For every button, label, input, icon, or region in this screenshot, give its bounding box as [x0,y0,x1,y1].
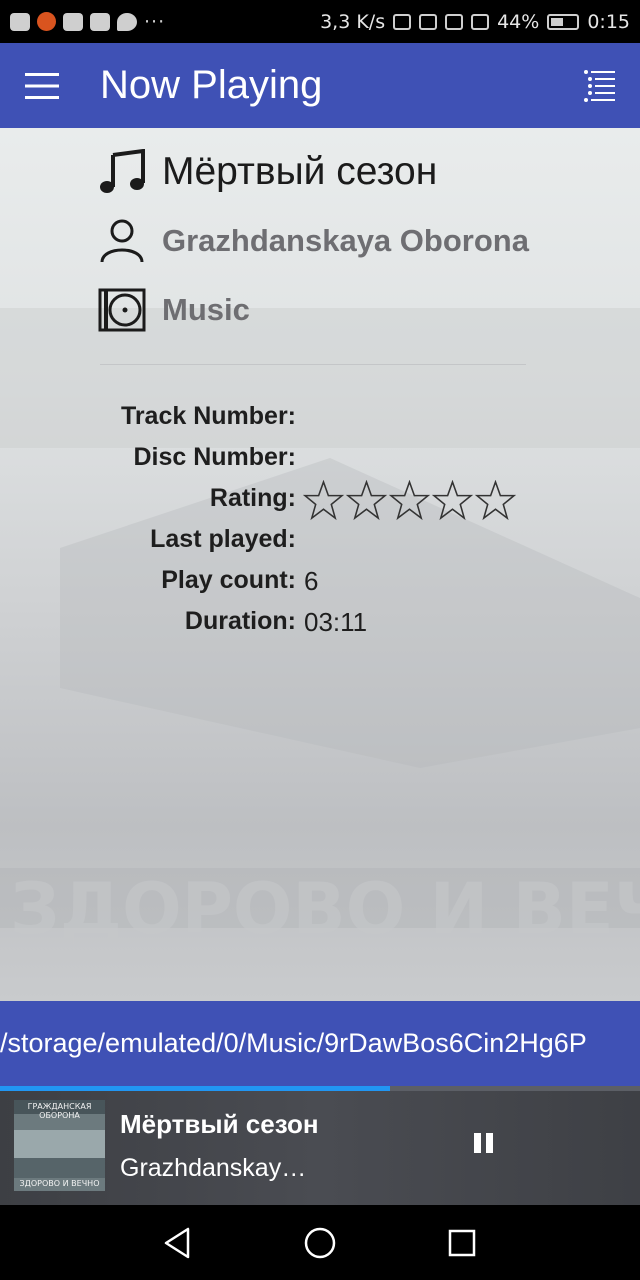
album-name: Music [162,292,250,327]
pause-button[interactable] [462,1121,506,1165]
back-icon[interactable] [158,1223,198,1263]
battery-percent: 44% [497,10,540,33]
play-count-value: 6 [304,566,319,596]
clock: 0:15 [587,10,630,33]
recents-icon[interactable] [442,1223,482,1263]
star-icon[interactable] [303,480,344,521]
duration-label: Duration: [184,607,296,635]
cover-bottom-text: ЗДОРОВО И ВЕЧНО [19,1179,100,1188]
rating-stars[interactable] [303,480,516,521]
hotspot-icon [393,13,412,30]
app-bar: Now Playing [0,43,640,128]
youtube-icon [10,12,30,31]
no-sim-icon [419,13,438,30]
rating-row: Rating: [0,480,640,521]
file-path-bar: /storage/emulated/0/Music/9rDawBos6Cin2H… [0,1001,640,1086]
music-note-icon [98,148,146,196]
song-title: Мёртвый сезон [162,150,438,193]
song-title-row: Мёртвый сезон [98,148,437,196]
file-path: /storage/emulated/0/Music/9rDawBos6Cin2H… [0,1028,587,1058]
star-icon[interactable] [346,480,387,521]
track-number-label: Track Number: [120,402,296,430]
cat-icon [63,12,83,31]
signal-icon [471,13,490,30]
mini-player-artist: Grazhdanskay… [120,1154,307,1182]
divider [100,364,526,365]
hamburger-icon [25,72,59,99]
last-played-label: Last played: [150,525,296,553]
play-count-label: Play count: [161,566,296,594]
bluetooth-icon [445,13,464,30]
album-cover: ГРАЖДАНСКАЯ ОБОРОНА ЗДОРОВО И ВЕЧНО [14,1100,105,1191]
page-title: Now Playing [100,63,323,107]
queue-button[interactable] [560,43,640,128]
battery-icon [547,13,580,30]
star-icon[interactable] [432,480,473,521]
home-icon[interactable] [300,1223,340,1263]
cover-top-text: ГРАЖДАНСКАЯ ОБОРОНА [27,1102,92,1120]
duration-value: 03:11 [304,607,368,637]
star-icon[interactable] [389,480,430,521]
status-bar: ··· 3,3 K/s 44% 0:15 [0,0,640,43]
network-speed: 3,3 K/s [320,10,386,33]
mini-player-title: Мёртвый сезон [120,1109,319,1139]
system-nav-bar [0,1205,640,1280]
disc-number-label: Disc Number: [133,443,296,471]
person-icon [98,217,146,265]
queue-list-icon [584,69,615,102]
mini-player[interactable]: ГРАЖДАНСКАЯ ОБОРОНА ЗДОРОВО И ВЕЧНО Мёрт… [0,1091,640,1205]
last-played-row: Last played: [0,521,640,561]
app-icon [37,12,56,31]
pause-icon [474,1133,493,1153]
track-number-row: Track Number: [0,398,640,438]
album-row[interactable]: Music [98,286,250,334]
svg-text:ЗДОРОВО И ВЕЧНО: ЗДОРОВО И ВЕЧНО [10,868,640,950]
album-disc-icon [98,286,146,334]
disc-number-row: Disc Number: [0,439,640,479]
menu-button[interactable] [0,43,84,128]
play-count-row: Play count: 6 [0,562,640,602]
artist-name: Grazhdanskaya Oborona [162,223,529,258]
now-playing-panel: ЗДОРОВО И ВЕЧНО Мёртвый сезон Grazhdansk… [0,128,640,1001]
duration-row: Duration: 03:11 [0,603,640,643]
more-icon: ··· [144,10,166,33]
chat-icon [117,12,137,31]
m-icon [90,12,110,31]
rating-label: Rating: [209,484,296,512]
artist-row[interactable]: Grazhdanskaya Oborona [98,217,529,265]
star-icon[interactable] [475,480,516,521]
